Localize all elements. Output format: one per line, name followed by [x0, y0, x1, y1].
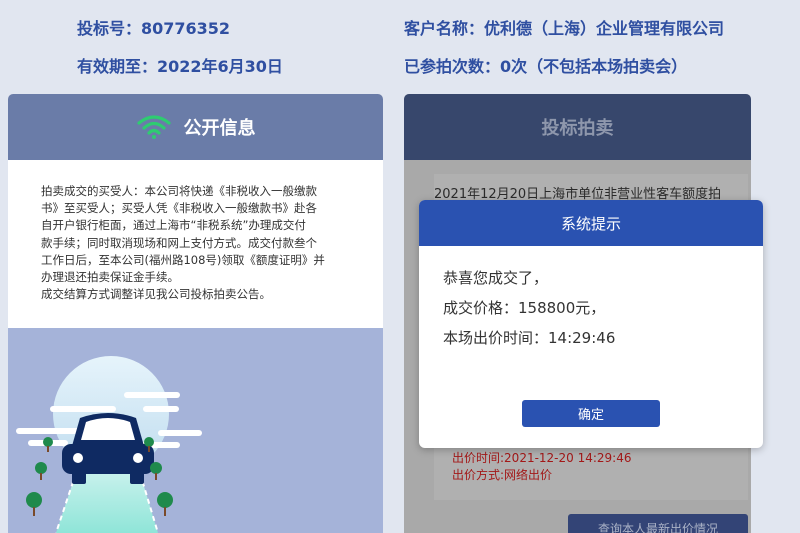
bid-method: 出价方式:网络出价 [452, 468, 553, 482]
deal-price: 成交价格：158800元， [443, 299, 606, 317]
query-latest-bid-button[interactable]: 查询本人最新出价情况 [568, 514, 748, 533]
info-line: 书》至买受人；买受人凭《非税收入一般缴款书》赴各 [41, 201, 317, 216]
bid-auction-header: 投标拍卖 [404, 94, 751, 160]
wifi-icon [136, 115, 171, 139]
dialog-body: 恭喜您成交了， 成交价格：158800元， 本场出价时间：14:29:46 [419, 246, 763, 353]
valid-until: 有效期至：2022年6月30日 [77, 57, 283, 76]
confirm-button[interactable]: 确定 [522, 400, 660, 427]
congrats-message: 恭喜您成交了， [443, 269, 549, 287]
info-line: 款手续；同时取消现场和网上支付方式。成交付款叁个 [41, 235, 317, 250]
info-line: 拍卖成交的买受人：本公司将快递《非税收入一般缴款 [41, 184, 317, 198]
bid-number: 投标号：80776352 [77, 19, 231, 38]
system-prompt-dialog: 系统提示 恭喜您成交了， 成交价格：158800元， 本场出价时间：14:29:… [419, 200, 763, 448]
bid-time-message: 本场出价时间：14:29:46 [443, 329, 616, 347]
public-info-text: 拍卖成交的买受人：本公司将快递《非税收入一般缴款 书》至买受人；买受人凭《非税收… [8, 160, 383, 328]
info-line: 自开户银行柜面，通过上海市“非税系统”办理成交付 [41, 218, 306, 233]
participation-count: 已参拍次数：0次（不包括本场拍卖会） [404, 57, 688, 76]
public-info-header: 公开信息 [8, 94, 383, 160]
car-illustration [8, 328, 383, 533]
dialog-title: 系统提示 [419, 200, 763, 246]
info-line: 办理退还拍卖保证金手续。 [41, 270, 179, 285]
customer-name: 客户名称：优利德（上海）企业管理有限公司 [404, 19, 725, 38]
public-info-title: 公开信息 [183, 118, 256, 139]
bid-auction-title: 投标拍卖 [541, 118, 614, 139]
bid-time: 出价时间:2021-12-20 14:29:46 [452, 451, 632, 465]
car-road-illustration [16, 356, 202, 533]
public-info-panel: 公开信息 拍卖成交的买受人：本公司将快递《非税收入一般缴款 书》至买受人；买受人… [8, 94, 383, 533]
info-line: 工作日后，至本公司(福州路108号)领取《额度证明》并 [41, 252, 325, 267]
info-line: 成交结算方式调整详见我公司投标拍卖公告。 [41, 287, 271, 302]
